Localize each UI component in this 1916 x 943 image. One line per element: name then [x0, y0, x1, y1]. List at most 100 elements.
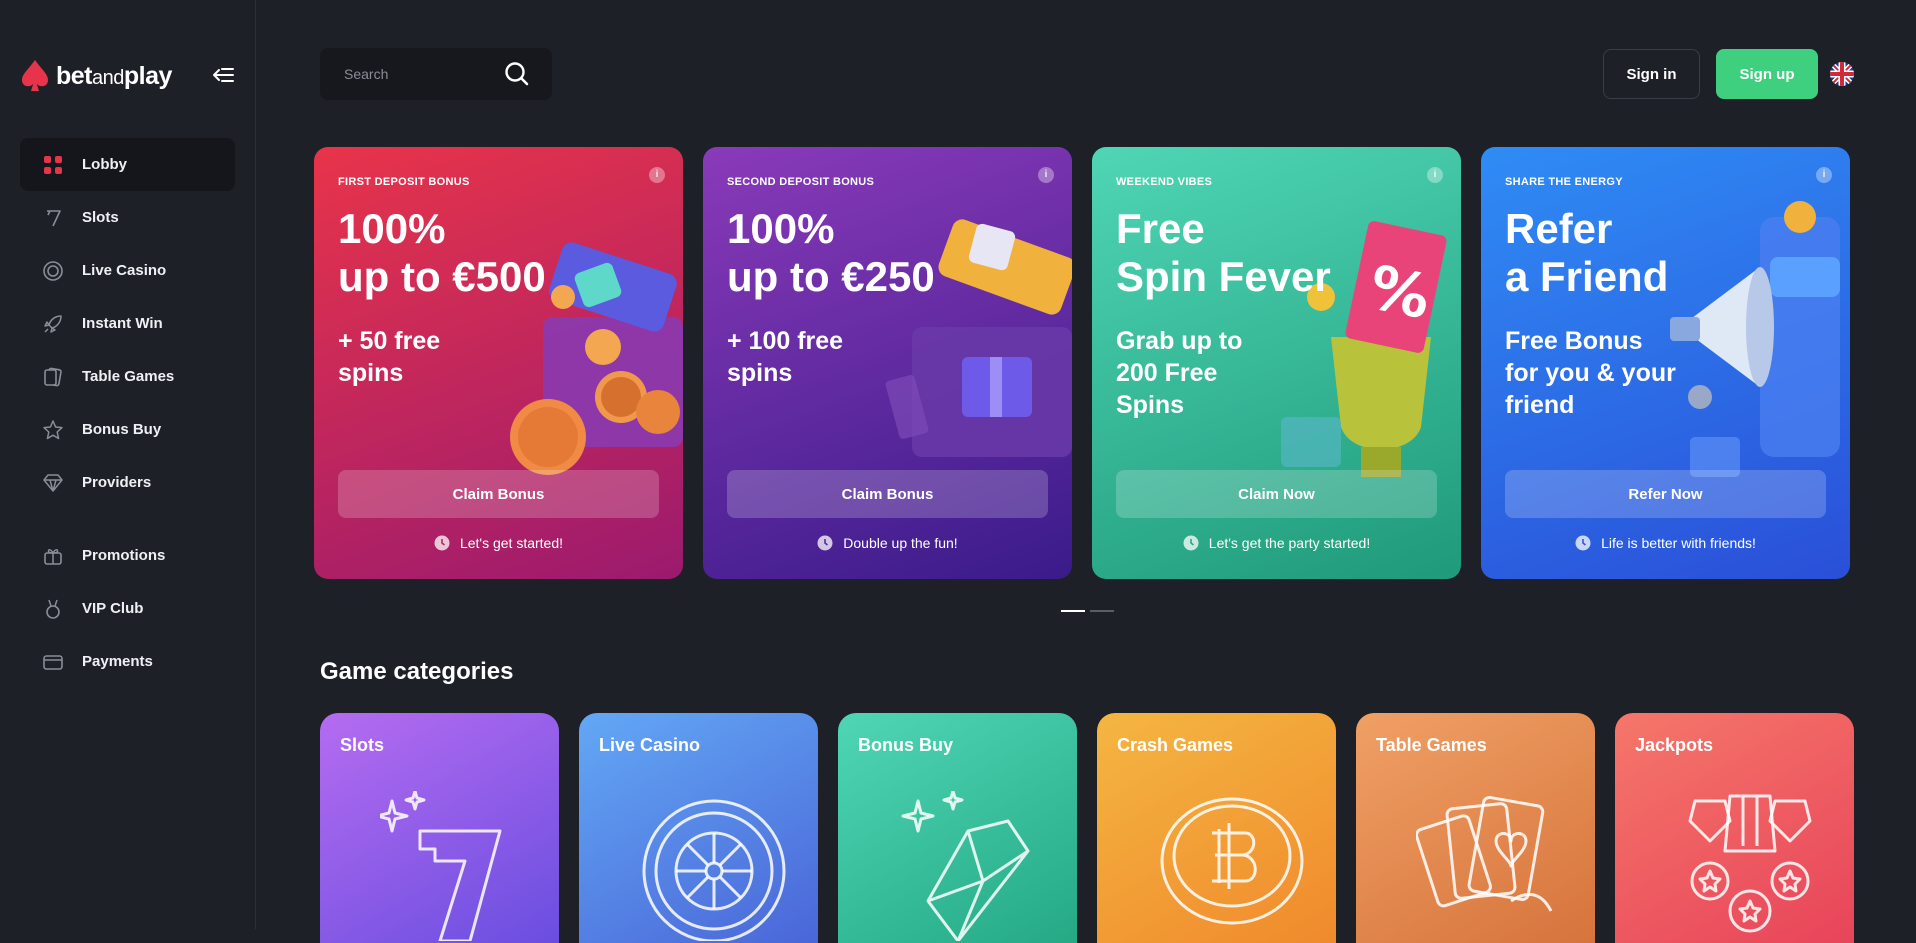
category-jackpots[interactable]: Jackpots — [1615, 713, 1854, 943]
sidebar-item-promotions[interactable]: Promotions — [20, 529, 235, 582]
promo-tag: SHARE THE ENERGY — [1505, 176, 1623, 188]
sidebar-nav: Lobby Slots Live Casino Instant Win Tabl… — [20, 138, 235, 688]
sidebar-item-label: Providers — [82, 474, 152, 491]
sign-in-button[interactable]: Sign in — [1603, 49, 1700, 99]
card-icon — [43, 654, 63, 670]
diamond-sparkle-icon — [901, 791, 1030, 941]
carousel-dot-2[interactable] — [1090, 610, 1114, 612]
brand-logo[interactable]: betandplay — [20, 58, 172, 94]
sidebar-item-bonus-buy[interactable]: Bonus Buy — [20, 403, 235, 456]
gift-icon — [44, 548, 62, 565]
promo-title: Refer a Friend — [1505, 205, 1669, 300]
collapse-sidebar-button[interactable] — [210, 62, 236, 88]
sidebar-item-label: Live Casino — [82, 262, 167, 279]
search-box[interactable] — [320, 48, 552, 100]
promo-subtitle: Free Bonus for you & your friend — [1505, 327, 1676, 419]
grid-icon — [44, 155, 62, 174]
roulette-icon — [43, 260, 63, 281]
clock-icon — [1183, 535, 1199, 551]
carousel-dot-1[interactable] — [1061, 610, 1085, 612]
bitcoin-coin-icon — [1160, 797, 1304, 925]
search-input[interactable] — [344, 66, 494, 82]
category-label: Table Games — [1376, 735, 1487, 755]
promo-subtitle: + 100 free spins — [727, 327, 844, 387]
slots-seven-icon — [380, 791, 502, 941]
claim-bonus-button[interactable]: Claim Bonus — [727, 470, 1048, 518]
category-label: Jackpots — [1635, 735, 1714, 755]
category-label: Slots — [340, 735, 385, 755]
category-crash-games[interactable]: Crash Games — [1097, 713, 1336, 943]
promo-tag: SECOND DEPOSIT BONUS — [727, 176, 875, 188]
info-icon[interactable]: i — [1038, 167, 1054, 183]
clock-icon — [817, 535, 833, 551]
sidebar-item-label: Bonus Buy — [82, 421, 162, 438]
rocket-icon — [44, 314, 62, 333]
promo-card-weekend-vibes: WEEKEND VIBES i % Free Spin Fever Grab u… — [1092, 147, 1461, 579]
category-slots[interactable]: Slots — [320, 713, 559, 943]
promo-footer-text: Life is better with friends! — [1601, 535, 1756, 551]
search-icon[interactable] — [504, 61, 530, 87]
game-categories: Slots Live Casino Bonus Buy Crash Games — [320, 713, 1854, 943]
spade-logo-icon — [22, 60, 48, 91]
sidebar-item-live-casino[interactable]: Live Casino — [20, 244, 235, 297]
sidebar-item-label: Lobby — [82, 156, 127, 173]
brand-name: betandplay — [56, 61, 172, 90]
diamond-icon — [43, 473, 63, 492]
medals-icon — [1688, 794, 1812, 933]
sidebar-item-table-games[interactable]: Table Games — [20, 350, 235, 403]
cards-icon — [44, 367, 62, 386]
promo-footer: Life is better with friends! — [1481, 535, 1850, 551]
promo-title: Free Spin Fever — [1116, 205, 1331, 300]
sidebar-item-label: Slots — [82, 209, 119, 226]
playing-cards-icon — [1416, 795, 1553, 912]
promo-footer: Double up the fun! — [703, 535, 1072, 551]
arrow-left-icon — [213, 68, 234, 82]
promo-title: 100% up to €250 — [727, 205, 935, 300]
sidebar-item-label: Instant Win — [82, 315, 163, 332]
category-live-casino[interactable]: Live Casino — [579, 713, 818, 943]
promo-footer: Let's get the party started! — [1092, 535, 1461, 551]
carousel-pagination — [1061, 610, 1114, 612]
sidebar-item-label: VIP Club — [82, 600, 144, 617]
uk-flag-icon — [1830, 62, 1854, 86]
claim-now-button[interactable]: Claim Now — [1116, 470, 1437, 518]
promo-footer-text: Let's get started! — [459, 535, 564, 551]
medal-icon — [46, 599, 60, 619]
refer-now-button[interactable]: Refer Now — [1505, 470, 1826, 518]
category-label: Bonus Buy — [858, 735, 954, 755]
sidebar-item-payments[interactable]: Payments — [20, 635, 235, 688]
category-label: Live Casino — [599, 735, 701, 755]
promo-footer-text: Let's get the party started! — [1208, 535, 1371, 551]
roulette-wheel-icon — [642, 799, 786, 941]
promo-carousel: FIRST DEPOSIT BONUS i 100% up to €500 + … — [314, 147, 1851, 579]
clock-icon — [1575, 535, 1591, 551]
sidebar-item-providers[interactable]: Providers — [20, 456, 235, 509]
sidebar-item-instant-win[interactable]: Instant Win — [20, 297, 235, 350]
promo-title: 100% up to €500 — [338, 205, 546, 300]
category-bonus-buy[interactable]: Bonus Buy — [838, 713, 1077, 943]
promo-card-first-deposit: FIRST DEPOSIT BONUS i 100% up to €500 + … — [314, 147, 683, 579]
promo-tag: FIRST DEPOSIT BONUS — [338, 176, 470, 188]
star-icon — [43, 419, 63, 439]
sign-up-button[interactable]: Sign up — [1716, 49, 1818, 99]
seven-icon — [47, 209, 61, 226]
promo-footer-text: Double up the fun! — [843, 535, 958, 551]
info-icon[interactable]: i — [1427, 167, 1443, 183]
sidebar-item-vip-club[interactable]: VIP Club — [20, 582, 235, 635]
clock-icon — [434, 535, 450, 551]
sidebar-item-slots[interactable]: Slots — [20, 191, 235, 244]
claim-bonus-button[interactable]: Claim Bonus — [338, 470, 659, 518]
info-icon[interactable]: i — [649, 167, 665, 183]
promo-footer: Let's get started! — [314, 535, 683, 551]
promo-card-refer-friend: SHARE THE ENERGY i Refer a Friend Free B… — [1481, 147, 1850, 579]
category-table-games[interactable]: Table Games — [1356, 713, 1595, 943]
language-flag-uk-icon[interactable] — [1830, 62, 1854, 86]
info-icon[interactable]: i — [1816, 167, 1832, 183]
category-label: Crash Games — [1117, 735, 1234, 755]
sidebar: betandplay Lobby Slots Live Casino Insta… — [0, 0, 256, 929]
promo-tag: WEEKEND VIBES — [1116, 176, 1213, 188]
nav-divider — [20, 509, 235, 529]
promo-card-second-deposit: SECOND DEPOSIT BONUS i 100% up to €250 +… — [703, 147, 1072, 579]
section-title: Game categories — [320, 658, 514, 685]
sidebar-item-lobby[interactable]: Lobby — [20, 138, 235, 191]
